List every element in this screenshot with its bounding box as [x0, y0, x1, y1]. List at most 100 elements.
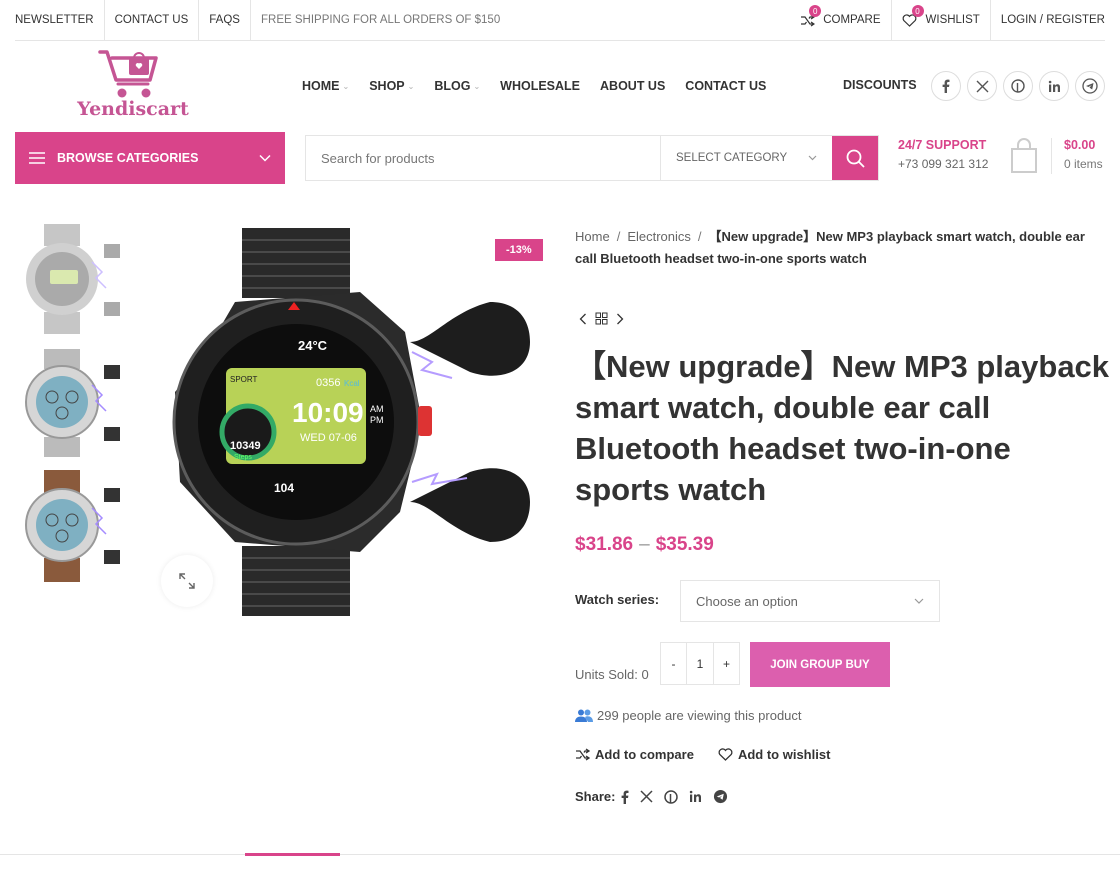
- breadcrumb-separator: /: [616, 229, 621, 244]
- pinterest-icon[interactable]: [1003, 71, 1033, 101]
- browse-categories-label: BROWSE CATEGORIES: [57, 151, 199, 165]
- x-twitter-icon[interactable]: [967, 71, 997, 101]
- product-thumbnail[interactable]: [22, 222, 132, 337]
- facebook-icon[interactable]: [931, 71, 961, 101]
- product-thumbnail[interactable]: [22, 345, 132, 460]
- watch-am-text: AM: [370, 404, 384, 414]
- price-max: $35.39: [655, 534, 714, 555]
- product-price: $31.86– $35.39: [575, 534, 714, 556]
- price-min: $31.86: [575, 534, 634, 555]
- contact-us-top-link[interactable]: CONTACT US: [105, 0, 200, 41]
- product-thumbnail[interactable]: [22, 468, 132, 583]
- zoom-button[interactable]: [161, 555, 213, 607]
- linkedin-icon[interactable]: [689, 790, 702, 803]
- watch-thumbnail-image: [26, 224, 120, 334]
- cart-widget[interactable]: $0.00 0 items: [1009, 138, 1103, 174]
- top-bar: NEWSLETTER CONTACT US FAQS FREE SHIPPING…: [0, 0, 1120, 41]
- search-category-select[interactable]: SELECT CATEGORY: [660, 136, 832, 180]
- search-icon: [846, 149, 865, 168]
- search-category-label: SELECT CATEGORY: [676, 152, 788, 164]
- nav-shop[interactable]: SHOP ⌄: [369, 79, 414, 93]
- add-to-wishlist-link[interactable]: Add to wishlist: [718, 747, 830, 762]
- variation-label: Watch series:: [575, 592, 660, 607]
- product-title: 【New upgrade】New MP3 playback smart watc…: [575, 349, 1110, 507]
- chevron-right-icon[interactable]: [616, 313, 624, 325]
- chevron-down-icon: ⌄: [473, 81, 481, 91]
- people-icon: [575, 709, 593, 722]
- breadcrumb: Home / Electronics / 【New upgrade】New MP3 pl…: [575, 226, 1110, 270]
- price-separator: –: [639, 534, 650, 555]
- watch-kcal-unit: Kcal: [344, 379, 360, 388]
- x-twitter-icon[interactable]: [640, 790, 653, 803]
- compare-label: COMPARE: [823, 14, 881, 26]
- chevron-down-icon: ⌄: [407, 81, 415, 91]
- support-title: 24/7 SUPPORT: [898, 138, 987, 152]
- product-actions: Add to compare Add to wishlist: [575, 747, 854, 762]
- login-register-link[interactable]: LOGIN / REGISTER: [991, 0, 1105, 41]
- logo-text: Yendiscart: [77, 98, 189, 120]
- add-to-wishlist-label: Add to wishlist: [737, 747, 831, 762]
- facebook-icon[interactable]: [621, 790, 629, 804]
- sale-badge: -13%: [495, 239, 543, 261]
- wishlist-link[interactable]: 0 WISHLIST: [892, 0, 991, 41]
- add-to-compare-link[interactable]: Add to compare: [575, 747, 694, 762]
- quantity-stepper: - 1 +: [660, 642, 740, 685]
- share-label: Share:: [575, 789, 616, 804]
- share-bar: Share:: [575, 789, 739, 804]
- grid-icon[interactable]: [595, 312, 608, 325]
- chevron-down-icon: [808, 155, 817, 161]
- watch-series-select[interactable]: Choose an option: [680, 580, 940, 622]
- watch-sport-text: SPORT: [230, 375, 258, 384]
- faqs-link[interactable]: FAQS: [199, 0, 251, 41]
- search-button[interactable]: [832, 136, 878, 180]
- watch-time-text: 10:09: [292, 397, 364, 428]
- variation-placeholder: Choose an option: [696, 593, 798, 609]
- qty-decrease-button[interactable]: -: [661, 643, 686, 684]
- add-to-compare-label: Add to compare: [595, 747, 694, 762]
- nav-blog[interactable]: BLOG ⌄: [434, 79, 480, 93]
- compare-icon: 0: [799, 5, 822, 28]
- heart-icon: [718, 748, 733, 761]
- linkedin-icon[interactable]: [1039, 71, 1069, 101]
- breadcrumb-separator: /: [697, 229, 702, 244]
- compare-count-badge: 0: [809, 5, 822, 17]
- viewers-text: 299 people are viewing this product: [597, 708, 802, 723]
- pinterest-icon[interactable]: [664, 789, 679, 804]
- shopping-bag-icon: [1011, 138, 1052, 174]
- hamburger-menu-icon: [29, 152, 45, 164]
- cart-item-count: 0 items: [1064, 157, 1103, 171]
- watch-pm-text: PM: [370, 415, 384, 425]
- join-group-buy-button[interactable]: JOIN GROUP BUY: [750, 642, 890, 687]
- units-sold: Units Sold: 0: [575, 667, 649, 682]
- expand-icon: [179, 573, 195, 589]
- support-info: 24/7 SUPPORT +73 099 321 312: [898, 138, 988, 171]
- nav-discounts[interactable]: DISCOUNTS: [843, 78, 917, 92]
- compare-link[interactable]: 0 COMPARE: [789, 0, 892, 41]
- breadcrumb-home[interactable]: Home: [575, 229, 610, 244]
- newsletter-link[interactable]: NEWSLETTER: [15, 0, 105, 41]
- nav-home[interactable]: HOME ⌄: [302, 79, 349, 93]
- product-navigation: [579, 312, 632, 325]
- telegram-icon[interactable]: [1075, 71, 1105, 101]
- tabs-divider: [0, 854, 1120, 855]
- nav-contact-us[interactable]: CONTACT US: [685, 79, 766, 93]
- nav-about-us[interactable]: ABOUT US: [600, 79, 665, 93]
- watch-temp-text: 24°C: [298, 338, 328, 353]
- telegram-icon[interactable]: [713, 789, 728, 804]
- main-navigation: HOME ⌄ SHOP ⌄ BLOG ⌄ WHOLESALE ABOUT US CON…: [302, 72, 786, 100]
- site-logo[interactable]: Yendiscart: [72, 48, 194, 124]
- qty-increase-button[interactable]: +: [714, 643, 739, 684]
- watch-heart-text: 104: [274, 481, 294, 495]
- chevron-left-icon[interactable]: [579, 313, 587, 325]
- shopping-cart-logo-icon: [98, 50, 158, 98]
- browse-categories-button[interactable]: BROWSE CATEGORIES: [15, 132, 285, 184]
- breadcrumb-electronics[interactable]: Electronics: [627, 229, 691, 244]
- nav-wholesale[interactable]: WHOLESALE: [500, 79, 580, 93]
- wishlist-label: WISHLIST: [925, 14, 980, 26]
- promo-text: FREE SHIPPING FOR ALL ORDERS OF $150: [260, 14, 501, 26]
- qty-input[interactable]: 1: [686, 643, 714, 684]
- compare-icon: [576, 748, 590, 761]
- watch-steps-label: Steps: [234, 454, 252, 461]
- support-phone: +73 099 321 312: [898, 157, 989, 171]
- search-input[interactable]: [306, 136, 660, 180]
